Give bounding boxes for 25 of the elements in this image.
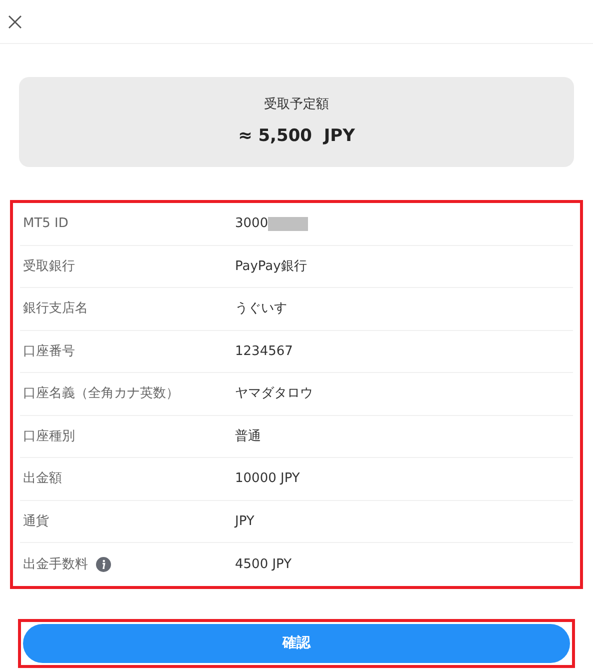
detail-value: 10000 JPY [235, 470, 300, 488]
detail-value: 1234567 [235, 342, 293, 360]
detail-label: 通貨 [23, 512, 49, 530]
close-button[interactable] [8, 14, 22, 28]
detail-value: 4500 JPY [235, 556, 292, 574]
summary-label: 受取予定額 [264, 96, 329, 114]
redaction-bar [268, 216, 308, 231]
detail-value: うぐいす [235, 300, 287, 318]
detail-label: 銀行支店名 [23, 300, 88, 318]
detail-label: 出金額 [23, 470, 62, 488]
detail-value: 3000 [235, 215, 268, 233]
detail-value: ヤマダタロウ [235, 385, 313, 403]
detail-label: 受取銀行 [23, 258, 75, 276]
detail-value: PayPay銀行 [235, 258, 307, 276]
detail-label: 出金手数料 [23, 556, 88, 574]
detail-label: 口座名義（全角カナ英数） [23, 385, 179, 403]
confirm-button[interactable]: 確認 [23, 624, 570, 662]
detail-value: JPY [235, 512, 254, 530]
summary-amount: ≈ 5,500 JPY [238, 125, 355, 148]
detail-label: 口座種別 [23, 428, 75, 446]
info-icon[interactable] [96, 556, 111, 572]
detail-label: 口座番号 [23, 342, 75, 360]
detail-label: MT5 ID [23, 215, 68, 233]
close-icon [8, 14, 22, 28]
detail-value: 普通 [235, 428, 261, 446]
